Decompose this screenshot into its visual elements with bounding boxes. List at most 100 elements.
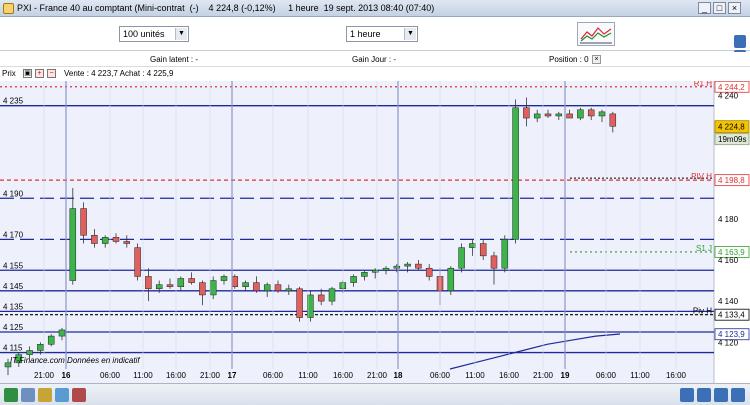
x-axis-tick: 11:00	[133, 371, 153, 380]
candle-body	[274, 284, 282, 292]
candle-body	[609, 113, 617, 127]
candle-body	[209, 280, 217, 296]
zoom-out-icon[interactable]	[697, 388, 711, 402]
candle-body	[533, 113, 541, 119]
candle-body	[80, 208, 87, 236]
drawing-icon[interactable]	[55, 388, 69, 402]
price-label: Prix	[2, 69, 16, 78]
quantity-select[interactable]: 100 unités ▼	[119, 26, 189, 42]
candle-body	[598, 111, 606, 117]
close-position-icon[interactable]: ×	[592, 55, 601, 64]
candle-body	[361, 272, 368, 277]
candle-body	[145, 276, 152, 290]
candle-body	[253, 282, 260, 292]
candle-body	[587, 109, 595, 117]
window-title: PXI - France 40 au comptant (Mini-contra…	[17, 3, 435, 13]
candle-body	[220, 276, 228, 281]
candle-body	[188, 278, 195, 283]
candle-body	[296, 288, 303, 318]
level-tag: 4 133,4	[718, 311, 745, 320]
chart-tools-icon	[580, 27, 612, 44]
candle-body	[479, 243, 487, 257]
candle-body	[134, 247, 141, 277]
chevron-down-icon[interactable]: ▼	[404, 28, 416, 40]
maximize-button[interactable]: □	[713, 2, 726, 14]
candle-body	[317, 294, 325, 302]
candle-body	[447, 267, 455, 292]
side-tab-1[interactable]	[734, 35, 746, 48]
refresh-icon[interactable]	[4, 388, 18, 402]
toolbar: 100 unités ▼ 1 heure ▼	[0, 17, 750, 63]
left-axis-tick: 4 235	[3, 97, 24, 106]
candle-body	[263, 284, 271, 292]
close-button[interactable]: ×	[728, 2, 741, 14]
level-label: S1 J	[696, 244, 712, 253]
left-axis-tick: 4 170	[3, 230, 24, 239]
level-label: R1 H	[694, 81, 712, 88]
x-axis-tick: 11:00	[465, 371, 485, 380]
remove-order-icon[interactable]: −	[47, 69, 56, 78]
add-order-icon[interactable]: +	[35, 69, 44, 78]
candle-body	[91, 235, 98, 244]
zoom-in-icon[interactable]	[680, 388, 694, 402]
candle-body	[566, 113, 573, 119]
minimize-button[interactable]: _	[698, 2, 711, 14]
position-bar: Gain latent : - Gain Jour : - Position :…	[0, 52, 750, 67]
x-axis-tick: 17	[228, 371, 237, 380]
candle-body	[47, 335, 55, 345]
candle-body	[123, 241, 131, 244]
pin-icon[interactable]: ▣	[23, 69, 32, 78]
settings-icon[interactable]	[21, 388, 35, 402]
gain-latent: Gain latent : -	[150, 55, 199, 64]
candle-body	[166, 284, 174, 287]
candle-body	[415, 263, 422, 269]
left-axis-tick: 4 115	[3, 344, 23, 353]
scroll-left-icon[interactable]	[714, 388, 728, 402]
right-axis-tick: 4 120	[718, 338, 739, 347]
candle-body	[501, 239, 509, 269]
x-axis-tick: 16:00	[666, 371, 687, 380]
candle-body	[458, 247, 465, 269]
candle-body	[512, 107, 519, 240]
candle-body	[350, 276, 357, 283]
x-axis-tick: 16	[62, 371, 71, 380]
candle-body	[242, 282, 249, 287]
x-axis-tick: 11:00	[630, 371, 650, 380]
x-axis-tick: 06:00	[263, 371, 284, 380]
candle-body	[231, 276, 239, 287]
x-axis-tick: 21:00	[34, 371, 55, 380]
x-axis-tick: 06:00	[596, 371, 617, 380]
scroll-right-icon[interactable]	[731, 388, 745, 402]
x-axis-tick: 21:00	[533, 371, 554, 380]
period-select[interactable]: 1 heure ▼	[346, 26, 418, 42]
candle-body	[425, 267, 433, 277]
left-axis-tick: 4 155	[3, 261, 24, 270]
candle-body	[328, 288, 336, 302]
candle-body	[285, 288, 293, 292]
candle-body	[37, 344, 44, 351]
period-value: 1 heure	[350, 29, 381, 39]
right-axis-tick: 4 140	[718, 297, 739, 306]
gain-jour: Gain Jour : -	[352, 55, 397, 64]
price-chart[interactable]: R1 H4 244,2 PIV H4 198,8 S1 J4 163,9 Piv H4…	[0, 81, 750, 383]
quantity-value: 100 unités	[123, 29, 165, 39]
chevron-down-icon[interactable]: ▼	[175, 28, 187, 40]
candle-body	[371, 270, 379, 273]
candle-body	[393, 265, 401, 269]
x-axis-tick: 06:00	[430, 371, 451, 380]
right-axis-tick: 4 240	[718, 91, 739, 100]
candle-body	[101, 237, 109, 244]
indicator-icon[interactable]	[38, 388, 52, 402]
candle-body	[555, 113, 563, 117]
candle-body	[404, 263, 411, 267]
status-bar	[0, 383, 750, 405]
position-value: Position : 0	[549, 55, 589, 64]
chart-svg[interactable]: R1 H4 244,2PIV H4 198,8S1 J4 163,9Piv H4…	[0, 81, 750, 383]
chart-tools-button[interactable]	[577, 22, 615, 46]
alert-icon[interactable]	[72, 388, 86, 402]
x-axis-tick: 06:00	[100, 371, 121, 380]
last-price: 4 224,8	[718, 123, 745, 132]
x-axis-tick: 21:00	[367, 371, 388, 380]
x-axis-tick: 19	[561, 371, 570, 380]
candle-body	[469, 243, 476, 248]
